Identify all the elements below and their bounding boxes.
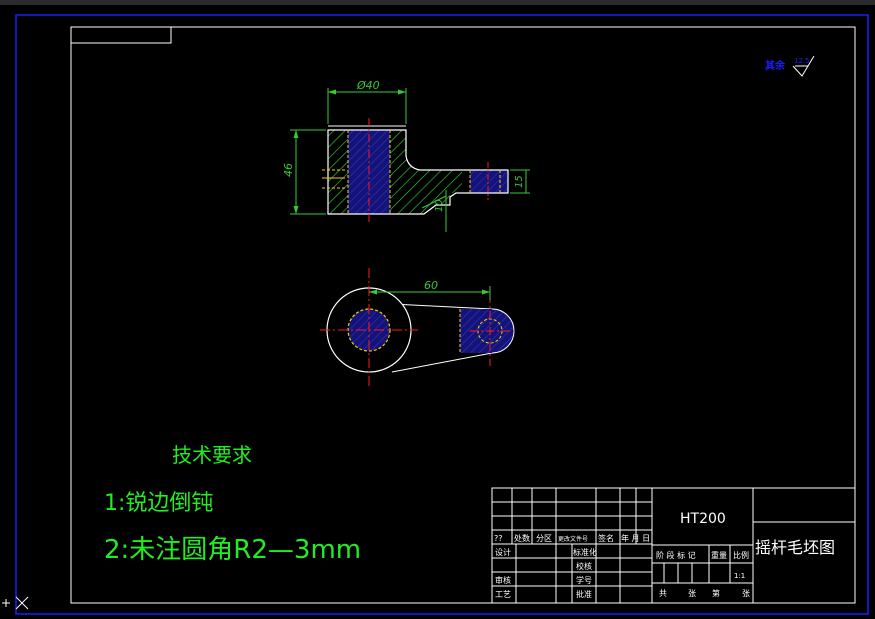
title-block-approve: 批准 bbox=[576, 589, 592, 599]
dim-base-10: 10 bbox=[434, 199, 445, 212]
title-block-col-zone: 分区 bbox=[536, 534, 552, 543]
title-block-weight: 重量 bbox=[711, 550, 727, 560]
title-block-sheet-unit1: 张 bbox=[688, 589, 696, 598]
dim-center-60: 60 bbox=[424, 279, 438, 292]
title-block-stage: 阶 段 标 记 bbox=[656, 550, 696, 560]
title-block-standardize: 标准化 bbox=[573, 547, 597, 557]
dim-small-15: 15 bbox=[514, 175, 525, 188]
title-block-material: HT200 bbox=[680, 511, 726, 527]
notes-item-1: 1:锐边倒钝 bbox=[104, 491, 213, 516]
top-view bbox=[320, 268, 515, 388]
title-block-extra2: 学号 bbox=[576, 575, 592, 585]
title-block-scale: 比例 bbox=[733, 550, 749, 560]
title-block-sheet-unit2: 张 bbox=[742, 589, 750, 598]
corner-box bbox=[70, 26, 172, 44]
front-section-view bbox=[322, 118, 509, 222]
dim-diameter-40: Ø40 bbox=[356, 79, 380, 92]
title-block-part-name: 摇杆毛坯图 bbox=[755, 538, 835, 557]
title-block-col-docno: 更改文件号 bbox=[558, 535, 588, 543]
title-block-col-count: 处数 bbox=[514, 533, 530, 543]
notes-title: 技术要求 bbox=[172, 443, 252, 467]
title-block-scale-value: 1:1 bbox=[734, 572, 745, 580]
roughness-value: 12.5 bbox=[794, 57, 810, 65]
title-block-check: 校核 bbox=[576, 561, 592, 571]
title-block-sheet-no: 第 bbox=[712, 588, 720, 598]
title-block-col-sign: 签名 bbox=[598, 533, 614, 543]
title-block-row-marks: ?? bbox=[494, 534, 503, 543]
title-block-design: 设计 bbox=[495, 547, 511, 557]
ucs-icon bbox=[2, 596, 29, 610]
cad-drawing-canvas[interactable]: Ø40 46 10 15 60 其余 12.5 技术要求 1:锐边倒钝 2:未注… bbox=[0, 0, 875, 619]
outer-frame bbox=[15, 14, 869, 615]
roughness-label: 其余 bbox=[765, 59, 786, 72]
title-block-col-date: 年 月 日 bbox=[621, 533, 650, 543]
title-block-craft: 工艺 bbox=[495, 590, 511, 599]
title-block-sheet-total: 共 bbox=[659, 589, 667, 598]
title-block-audit: 审核 bbox=[495, 575, 511, 585]
notes-item-2: 2:未注圆角R2—3mm bbox=[104, 535, 361, 565]
dim-height-46: 46 bbox=[282, 163, 295, 177]
